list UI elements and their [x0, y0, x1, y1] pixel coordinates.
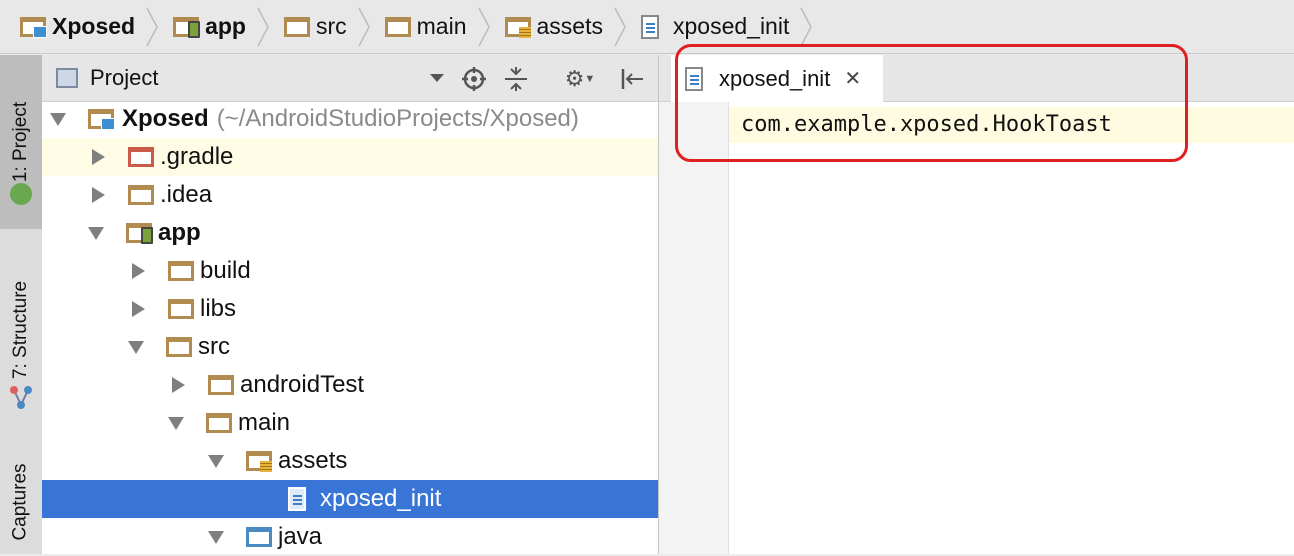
expand-arrow-icon [168, 416, 184, 430]
breadcrumb-app[interactable]: app [165, 0, 276, 54]
project-path: (~/AndroidStudioProjects/Xposed) [216, 105, 579, 132]
annotation-highlight-box [675, 44, 1188, 162]
tree-item-libs[interactable]: libs [42, 290, 658, 328]
structure-tool-tab-label: 7: Structure [10, 280, 31, 380]
folder-icon [128, 185, 154, 205]
gear-icon: ⚙ [564, 66, 585, 91]
project-panel: Project ⚙ ▼ Xposed (~/AndroidStudioProjec… [42, 55, 659, 554]
tree-item-label: libs [200, 295, 237, 322]
assets-folder-icon [246, 451, 272, 472]
breadcrumb-src[interactable]: src [276, 0, 377, 54]
tree-item-label: .idea [160, 181, 213, 208]
captures-tool-tab-label: Captures [10, 463, 32, 541]
chevron-right-icon [146, 7, 158, 46]
android-icon [10, 183, 32, 205]
folder-icon [384, 16, 411, 37]
collapse-arrow-icon [92, 187, 105, 203]
app-module-folder-icon [173, 16, 201, 38]
tree-item-gradle[interactable]: .gradle [42, 138, 658, 176]
folder-icon [206, 413, 232, 433]
breadcrumb-label: src [315, 13, 347, 39]
project-panel-header: Project ⚙ ▼ [42, 55, 658, 102]
editor-gutter [659, 102, 729, 554]
tree-item-assets[interactable]: assets [42, 442, 658, 480]
collapse-all-icon [505, 67, 527, 91]
breadcrumb-label: Xposed [52, 13, 136, 39]
tree-item-label: java [278, 523, 323, 550]
chevron-right-icon [257, 7, 269, 46]
tree-item-java[interactable]: java [42, 518, 658, 556]
tool-window-strip: 1: Project 7: Structure Captures [0, 55, 43, 554]
folder-icon [168, 261, 194, 281]
tree-item-label: xposed_init [320, 485, 442, 512]
chevron-down-icon: ▼ [584, 73, 596, 85]
project-view-selector[interactable]: Project [56, 61, 444, 95]
folder-icon [166, 337, 192, 357]
breadcrumb-main[interactable]: main [377, 0, 497, 54]
collapse-arrow-icon [172, 377, 185, 393]
dropdown-arrow-icon [430, 74, 444, 82]
folder-icon [168, 299, 194, 319]
settings-button[interactable]: ⚙ ▼ [560, 65, 600, 93]
assets-folder-icon [504, 16, 531, 38]
collapse-arrow-icon [132, 301, 145, 317]
breadcrumb-label: xposed_init [672, 13, 790, 39]
tree-item-label: app [158, 219, 201, 246]
tree-item-build[interactable]: build [42, 252, 658, 290]
project-tool-tab-label: 1: Project [10, 101, 32, 183]
tree-item-label: assets [278, 447, 348, 474]
hide-panel-icon [621, 69, 643, 89]
tree-item-androidtest[interactable]: androidTest [42, 366, 658, 404]
project-view-label: Project [90, 65, 159, 90]
tree-item-xposed[interactable]: Xposed (~/AndroidStudioProjects/Xposed) [42, 100, 666, 138]
expand-arrow-icon [208, 530, 224, 544]
tree-item-main[interactable]: main [42, 404, 658, 442]
module-folder-icon [88, 109, 115, 130]
tree-item-src[interactable]: src [42, 328, 658, 366]
tree-item-app[interactable]: app [42, 214, 658, 252]
excluded-folder-icon [128, 147, 154, 167]
expand-arrow-icon [50, 112, 66, 126]
expand-arrow-icon [208, 454, 224, 468]
captures-tool-tab[interactable]: Captures [0, 450, 42, 554]
tree-item-label: .gradle [160, 143, 234, 170]
scroll-from-source-button[interactable] [460, 65, 488, 93]
breadcrumb-xposed[interactable]: Xposed [12, 0, 165, 54]
folder-icon [283, 16, 310, 37]
chevron-right-icon [357, 7, 370, 46]
chevron-right-icon [614, 7, 626, 46]
expand-arrow-icon [88, 226, 104, 240]
collapse-arrow-icon [132, 263, 145, 279]
text-file-icon [288, 487, 306, 511]
module-folder-icon [20, 16, 47, 38]
tree-item-idea[interactable]: .idea [42, 176, 658, 214]
tree-item-label: androidTest [240, 371, 365, 398]
hide-panel-button[interactable] [618, 65, 646, 93]
tree-item-xposed-init[interactable]: xposed_init [42, 480, 658, 518]
tree-item-label: src [198, 333, 230, 360]
app-module-folder-icon [126, 223, 153, 244]
breadcrumb-label: app [205, 13, 246, 39]
tree-item-label: build [200, 257, 251, 284]
text-file-icon [640, 14, 659, 39]
breadcrumb-assets[interactable]: assets [497, 0, 633, 54]
expand-arrow-icon [128, 340, 144, 354]
folder-icon [208, 375, 234, 395]
chevron-right-icon [477, 7, 490, 46]
crosshair-icon [462, 67, 486, 91]
tree-item-label: main [238, 409, 291, 436]
collapse-arrow-icon [92, 149, 105, 165]
project-view-icon [56, 68, 78, 88]
tree-item-label: Xposed [122, 105, 209, 132]
collapse-all-button[interactable] [502, 65, 530, 93]
breadcrumb-label: assets [536, 13, 603, 39]
breadcrumb-label: main [416, 13, 467, 39]
source-folder-icon [246, 527, 272, 547]
structure-icon [10, 386, 32, 409]
